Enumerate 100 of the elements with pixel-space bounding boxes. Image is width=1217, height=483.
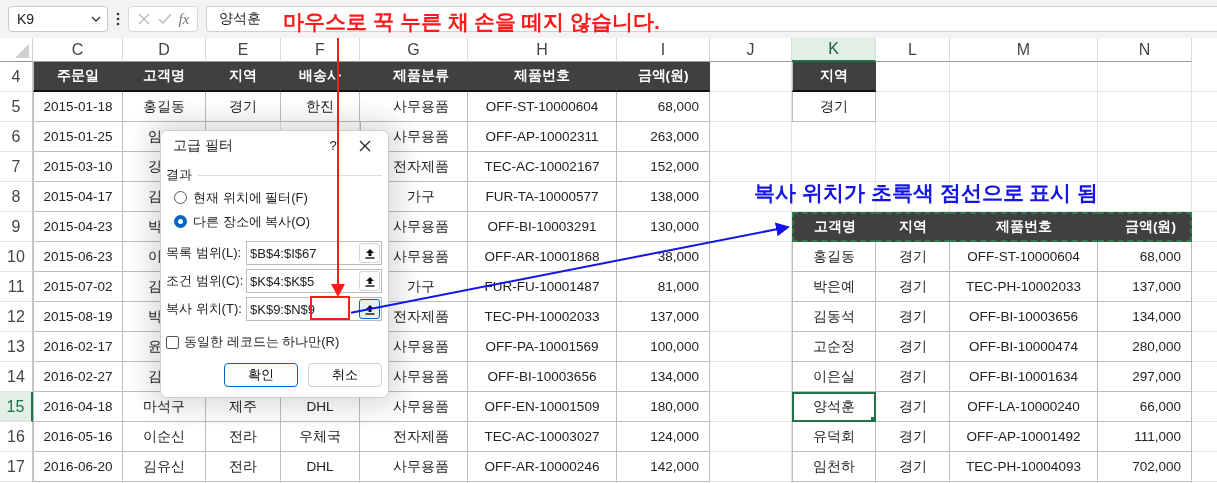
table-cell: 홍길동 bbox=[123, 92, 206, 122]
table-cell: 180,000 bbox=[617, 392, 710, 422]
table-cell: 2015-08-19 bbox=[33, 302, 123, 332]
row-header[interactable]: 8 bbox=[0, 182, 33, 212]
column-header[interactable]: G bbox=[360, 38, 468, 62]
column-header[interactable]: K bbox=[792, 38, 876, 62]
table-cell: FUR-TA-10000577 bbox=[468, 182, 617, 212]
table-cell: 68,000 bbox=[617, 92, 710, 122]
table-cell: 100,000 bbox=[617, 332, 710, 362]
ok-button[interactable]: 확인 bbox=[224, 363, 298, 387]
column-header[interactable]: L bbox=[876, 38, 950, 62]
collapse-button[interactable] bbox=[359, 299, 380, 320]
column-header[interactable]: F bbox=[281, 38, 360, 62]
table-cell: 박은예 bbox=[792, 272, 876, 302]
row-header[interactable]: 15 bbox=[0, 392, 33, 422]
row-header[interactable]: 5 bbox=[0, 92, 33, 122]
column-heading: 지역 bbox=[876, 212, 950, 242]
table-cell: TEC-PH-10002033 bbox=[950, 272, 1098, 302]
arrow-up-icon bbox=[364, 247, 375, 259]
row-header[interactable]: 16 bbox=[0, 422, 33, 452]
annotation-text: 마우스로 꾹 누른 채 손을 떼지 않습니다. bbox=[283, 9, 660, 35]
table-cell: 134,000 bbox=[1098, 302, 1192, 332]
table-cell: OFF-AR-10001868 bbox=[468, 242, 617, 272]
table-cell: 고순정 bbox=[792, 332, 876, 362]
table-cell: 경기 bbox=[876, 452, 950, 482]
table-cell: 경기 bbox=[876, 242, 950, 272]
column-header[interactable]: H bbox=[468, 38, 617, 62]
row-header[interactable]: 13 bbox=[0, 332, 33, 362]
cancel-button[interactable]: 취소 bbox=[308, 363, 382, 387]
table-cell: OFF-BI-10003656 bbox=[468, 362, 617, 392]
column-header[interactable]: D bbox=[123, 38, 206, 62]
table-cell: 111,000 bbox=[1098, 422, 1192, 452]
column-header[interactable]: J bbox=[710, 38, 792, 62]
table-cell: OFF-BI-10003291 bbox=[468, 212, 617, 242]
column-header[interactable]: M bbox=[950, 38, 1098, 62]
radio-button[interactable] bbox=[174, 191, 187, 205]
more-icon[interactable] bbox=[116, 12, 120, 26]
column-heading: 주문일 bbox=[33, 62, 123, 92]
table-cell: 사무용품 bbox=[360, 92, 468, 122]
column-heading: 고객명 bbox=[792, 212, 876, 242]
table-cell: 66,000 bbox=[1098, 392, 1192, 422]
arrow-up-icon bbox=[364, 275, 375, 287]
table-cell: 2016-02-27 bbox=[33, 362, 123, 392]
table-cell: 2015-01-25 bbox=[33, 122, 123, 152]
table-cell: 전라 bbox=[206, 422, 281, 452]
table-cell: 81,000 bbox=[617, 272, 710, 302]
table-cell: 38,000 bbox=[617, 242, 710, 272]
table-cell: 전자제품 bbox=[360, 422, 468, 452]
table-cell: OFF-BI-10000474 bbox=[950, 332, 1098, 362]
table-cell: 134,000 bbox=[617, 362, 710, 392]
table-cell: FUR-FU-10001487 bbox=[468, 272, 617, 302]
column-header[interactable]: I bbox=[617, 38, 710, 62]
row-header[interactable]: 12 bbox=[0, 302, 33, 332]
close-icon[interactable] bbox=[358, 138, 372, 153]
radio-button[interactable] bbox=[174, 215, 187, 229]
table-cell: 경기 bbox=[876, 332, 950, 362]
table-cell: 경기 bbox=[876, 422, 950, 452]
table-cell: 경기 bbox=[792, 92, 876, 122]
table-cell: 138,000 bbox=[617, 182, 710, 212]
column-header[interactable]: E bbox=[206, 38, 281, 62]
row-header[interactable]: 6 bbox=[0, 122, 33, 152]
table-cell: 280,000 bbox=[1098, 332, 1192, 362]
name-box[interactable]: K9 bbox=[8, 6, 108, 32]
table-cell: 702,000 bbox=[1098, 452, 1192, 482]
row-header[interactable]: 17 bbox=[0, 452, 33, 482]
table-cell: 68,000 bbox=[1098, 242, 1192, 272]
table-cell: OFF-BI-10001634 bbox=[950, 362, 1098, 392]
table-cell: OFF-AR-10000246 bbox=[468, 452, 617, 482]
column-heading: 제품분류 bbox=[360, 62, 468, 92]
row-header[interactable]: 9 bbox=[0, 212, 33, 242]
column-header[interactable]: C bbox=[33, 38, 123, 62]
arrow-up-icon bbox=[364, 303, 375, 315]
table-cell: OFF-ST-10000604 bbox=[468, 92, 617, 122]
table-cell: OFF-LA-10000240 bbox=[950, 392, 1098, 422]
table-cell: 2015-07-02 bbox=[33, 272, 123, 302]
table-cell: OFF-EN-10001509 bbox=[468, 392, 617, 422]
row-header[interactable]: 7 bbox=[0, 152, 33, 182]
table-cell: 2015-04-23 bbox=[33, 212, 123, 242]
insert-function-button[interactable]: fx bbox=[178, 10, 190, 28]
row-header[interactable]: 10 bbox=[0, 242, 33, 272]
table-cell: OFF-AP-10001492 bbox=[950, 422, 1098, 452]
table-cell: 우체국 bbox=[281, 422, 360, 452]
table-cell: 전라 bbox=[206, 452, 281, 482]
checkbox[interactable] bbox=[166, 335, 179, 349]
table-cell: 유덕회 bbox=[792, 422, 876, 452]
check-icon[interactable] bbox=[157, 12, 172, 26]
table-cell: 사무용품 bbox=[360, 452, 468, 482]
table-cell: 130,000 bbox=[617, 212, 710, 242]
row-header[interactable]: 11 bbox=[0, 272, 33, 302]
table-cell: 임천하 bbox=[792, 452, 876, 482]
table-cell: 경기 bbox=[876, 272, 950, 302]
table-cell: 경기 bbox=[876, 392, 950, 422]
column-heading: 제품번호 bbox=[468, 62, 617, 92]
column-heading: 제품번호 bbox=[950, 212, 1098, 242]
table-cell: TEC-PH-10002033 bbox=[468, 302, 617, 332]
table-cell: TEC-PH-10004093 bbox=[950, 452, 1098, 482]
table-cell: 124,000 bbox=[617, 422, 710, 452]
help-button[interactable]: ? bbox=[322, 138, 344, 154]
table-cell: 홍길동 bbox=[792, 242, 876, 272]
column-header[interactable]: N bbox=[1098, 38, 1192, 62]
